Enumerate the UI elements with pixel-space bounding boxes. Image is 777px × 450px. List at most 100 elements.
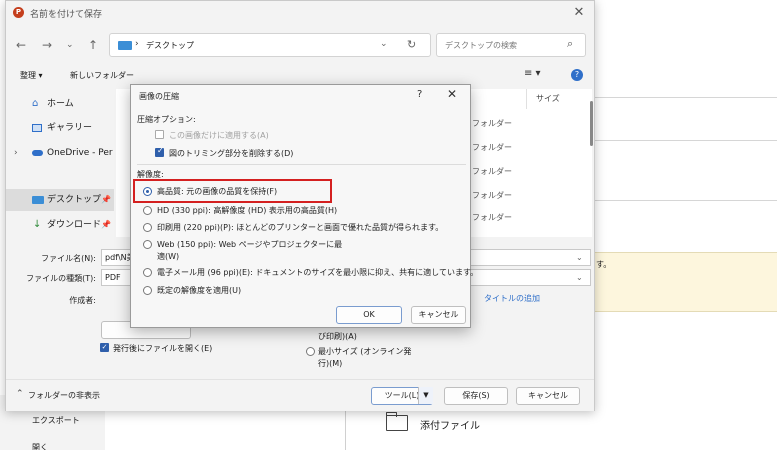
bg-divider [595, 140, 777, 141]
column-divider [526, 89, 527, 109]
file-type-cell: フォルダー [472, 143, 512, 152]
add-title-link[interactable]: タイトルの追加 [484, 293, 540, 304]
column-header-size[interactable]: サイズ [536, 93, 560, 104]
hide-folders-button[interactable]: フォルダーの非表示 [28, 390, 100, 401]
cancel-button[interactable]: キャンセル [411, 306, 466, 324]
pin-icon: 📌 [101, 220, 111, 229]
resolution-label-hd: HD (330 ppi): 高解像度 (HD) 表示用の高品質(H) [157, 206, 338, 215]
download-icon: ↓ [33, 219, 42, 230]
min-size-radio[interactable] [306, 347, 315, 356]
refresh-icon[interactable]: ↻ [407, 38, 416, 51]
new-folder-button[interactable]: 新しいフォルダー [70, 70, 134, 81]
tools-button[interactable]: ツール(L) ▼ [371, 387, 433, 405]
compress-pictures-dialog: 画像の圧縮 ? ✕ 圧縮オプション: この画像だけに適用する(A) 図のトリミン… [130, 84, 478, 328]
file-list-scrollbar[interactable] [590, 91, 594, 231]
bg-divider [595, 97, 777, 98]
open-after-save-label: 発行後にファイルを開く(E) [113, 344, 213, 353]
sidebar-item-onedrive[interactable]: › OneDrive - Perso [6, 142, 114, 164]
search-input[interactable]: デスクトップの検索 ⌕ [436, 33, 586, 57]
min-size-label-2: 行)(M) [318, 359, 343, 368]
sidebar-item-home[interactable]: ⌂ ホーム [6, 93, 114, 115]
view-menu-icon[interactable]: ≡ ▾ [524, 68, 541, 79]
filetype-dropdown-icon[interactable]: ⌄ [576, 270, 583, 285]
resolution-label-print: 印刷用 (220 ppi)(P): ほとんどのプリンターと画面で優れた品質が得ら… [157, 223, 444, 232]
back-icon[interactable]: ← [16, 37, 26, 53]
resolution-label-default: 既定の解像度を適用(U) [157, 286, 242, 295]
bg-divider [595, 200, 777, 201]
file-type-cell: フォルダー [472, 213, 512, 222]
sidebar-item-gallery[interactable]: ギャラリー [6, 117, 114, 139]
title-bar: P 名前を付けて保存 ✕ [6, 1, 594, 27]
section-divider [137, 164, 466, 165]
attachment-label[interactable]: 添付ファイル [420, 417, 480, 432]
file-type-cell: フォルダー [472, 119, 512, 128]
scrollbar-thumb[interactable] [590, 101, 593, 146]
tools-label: ツール(L) [384, 391, 420, 400]
file-type-cell: フォルダー [472, 191, 512, 200]
apply-only-this-label: この画像だけに適用する(A) [169, 131, 269, 140]
up-icon[interactable]: ↑ [88, 37, 98, 53]
resolution-radio-hd[interactable] [143, 206, 152, 215]
nav-export[interactable]: エクスポート [32, 415, 80, 426]
compress-dialog-title: 画像の圧縮 [139, 92, 179, 101]
filetype-label: ファイルの種類(T): [26, 274, 96, 283]
sidebar-item-downloads[interactable]: ↓ ダウンロード 📌 [6, 214, 114, 236]
folder-icon [386, 412, 408, 431]
cancel-button[interactable]: キャンセル [516, 387, 580, 405]
optimize-print-label: び印刷)(A) [318, 332, 357, 341]
desktop-icon [32, 196, 44, 204]
author-label: 作成者: [69, 296, 96, 305]
close-icon[interactable]: ✕ [447, 87, 457, 101]
dialog-footer: ⌃ フォルダーの非表示 ツール(L) ▼ 保存(S) キャンセル [6, 379, 594, 411]
dialog-title: 名前を付けて保存 [30, 10, 103, 20]
sidebar-item-label: ダウンロード [47, 220, 102, 230]
filename-label: ファイル名(N): [41, 254, 96, 263]
resolution-radio-web[interactable] [143, 240, 152, 249]
resolution-radio-email[interactable] [143, 268, 152, 277]
help-icon[interactable]: ? [571, 69, 583, 81]
close-icon[interactable]: ✕ [570, 4, 588, 22]
info-banner-text: す。 [596, 260, 612, 269]
filename-dropdown-icon[interactable]: ⌄ [576, 250, 583, 265]
organize-button[interactable]: 整理 ▾ [20, 70, 43, 81]
compression-options-header: 圧縮オプション: [137, 115, 196, 124]
resolution-label-web: Web (150 ppi): Web ページやプロジェクターに最 [157, 240, 343, 249]
search-placeholder: デスクトップの検索 [445, 41, 517, 50]
chevron-up-icon[interactable]: ⌃ [16, 389, 24, 399]
highlight-annotation [133, 179, 332, 203]
expand-chevron-icon[interactable]: › [14, 142, 18, 164]
recent-dropdown-icon[interactable]: ⌄ [66, 37, 74, 53]
address-text: デスクトップ [146, 41, 194, 50]
apply-only-this-checkbox[interactable] [155, 130, 164, 139]
help-icon[interactable]: ? [417, 89, 422, 100]
delete-cropped-checkbox[interactable] [155, 146, 164, 157]
resolution-radio-print[interactable] [143, 223, 152, 232]
caret-down-icon[interactable]: ▼ [418, 387, 433, 404]
address-dropdown-icon[interactable]: ⌄ [380, 39, 388, 49]
file-type-cell: フォルダー [472, 167, 512, 176]
open-after-save-checkbox[interactable]: ✓ [100, 343, 109, 352]
sidebar-item-label: ホーム [47, 99, 74, 109]
nav-item-cut: 開く [32, 443, 48, 450]
resolution-label-email: 電子メール用 (96 ppi)(E): ドキュメントのサイズを最小限に抑え、共有… [157, 268, 479, 277]
navigation-pane: ⌂ ホーム ギャラリー › OneDrive - Perso デスクトップ 📌 … [6, 89, 116, 237]
sidebar-item-label: OneDrive - Perso [47, 148, 113, 158]
nav-row: ← → ⌄ ↑ › デスクトップ ⌄ ↻ デスクトップの検索 ⌕ [6, 31, 594, 59]
sidebar-item-label: ギャラリー [47, 123, 93, 133]
resolution-radio-default[interactable] [143, 286, 152, 295]
sidebar-item-label: デスクトップ [47, 195, 102, 205]
ok-button[interactable]: OK [336, 306, 402, 324]
filetype-value: PDF [105, 273, 121, 282]
sidebar-item-desktop[interactable]: デスクトップ 📌 [6, 189, 114, 211]
delete-cropped-label: 図のトリミング部分を削除する(D) [169, 149, 294, 158]
desktop-folder-icon [118, 41, 132, 50]
home-icon: ⌂ [32, 98, 39, 109]
forward-icon[interactable]: → [42, 37, 52, 53]
save-button[interactable]: 保存(S) [444, 387, 508, 405]
search-icon: ⌕ [567, 37, 574, 50]
min-size-label-1: 最小サイズ (オンライン発 [318, 347, 412, 356]
resolution-label-web-cont: 適(W) [157, 252, 180, 261]
powerpoint-icon: P [13, 7, 24, 18]
cloud-icon [32, 150, 43, 156]
address-bar[interactable]: › デスクトップ ⌄ ↻ [109, 33, 431, 57]
